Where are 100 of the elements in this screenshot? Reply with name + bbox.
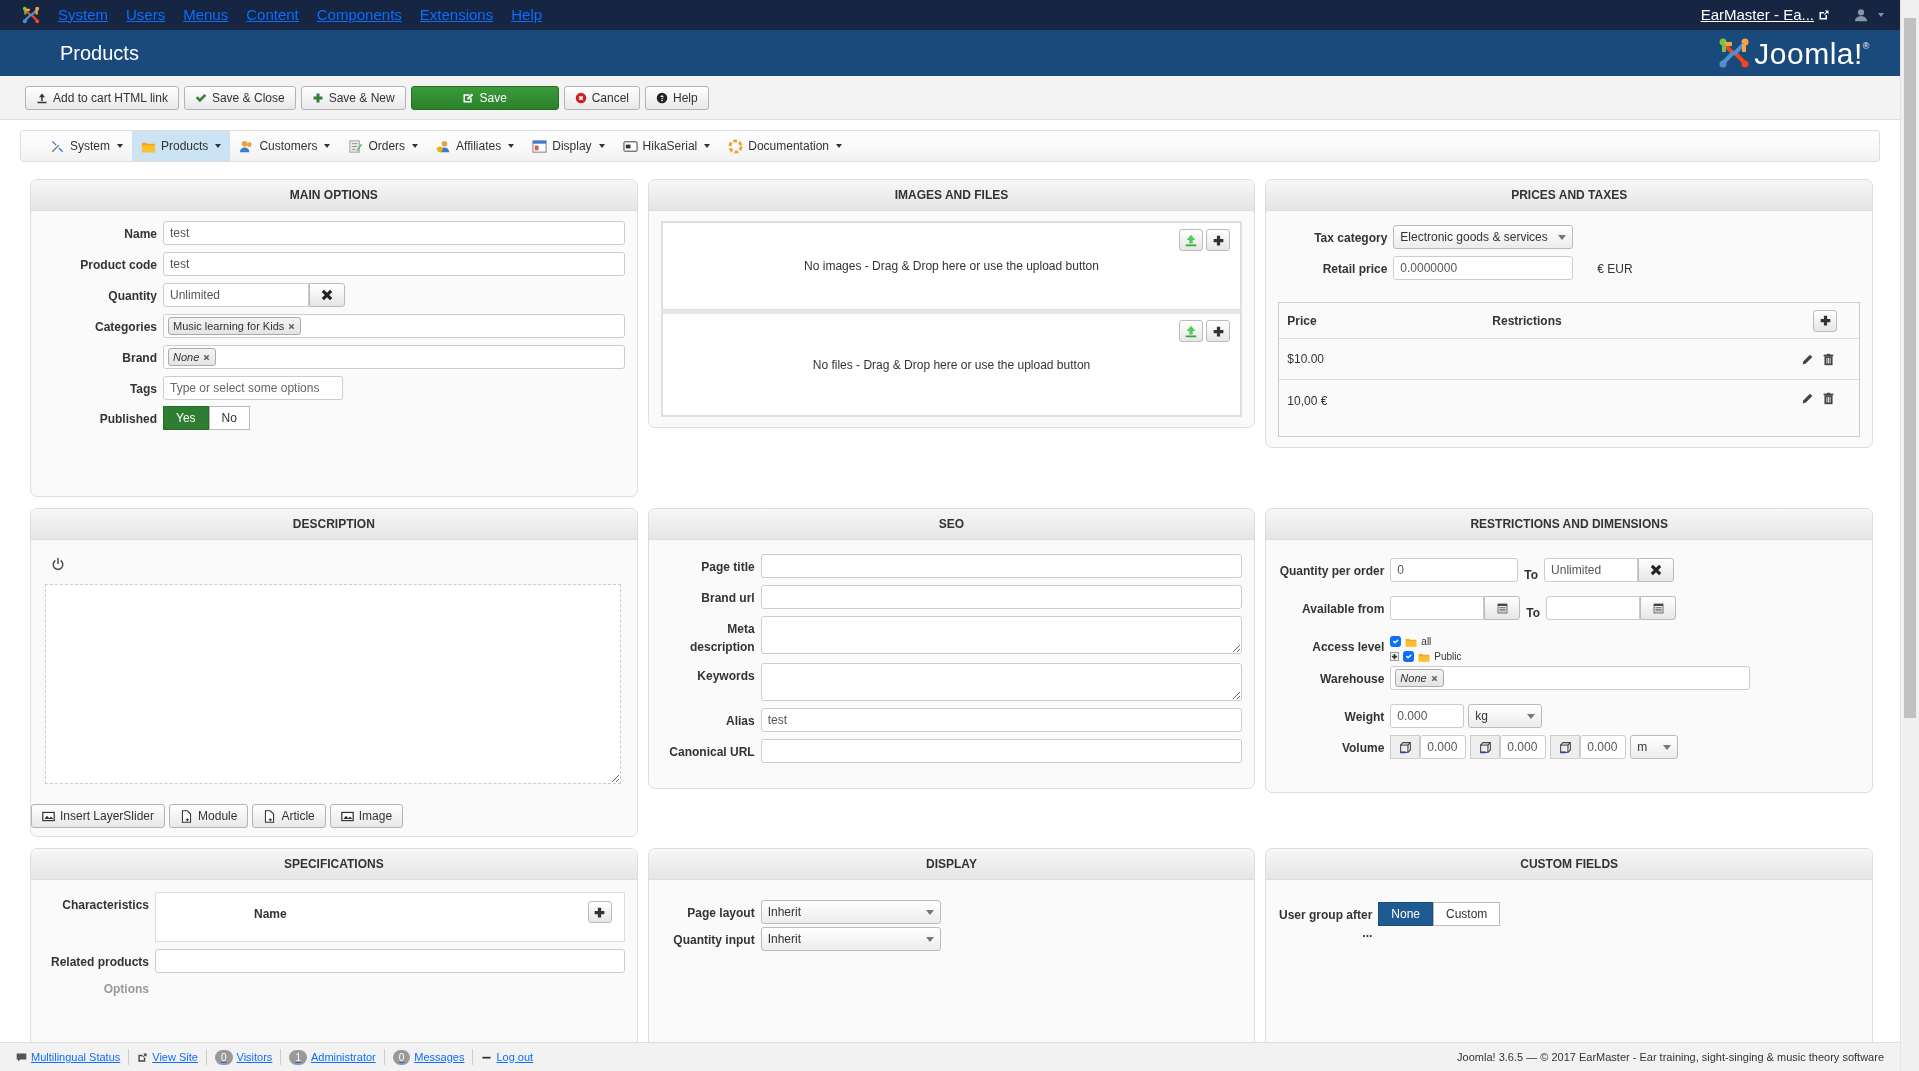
pencil-icon[interactable] — [1801, 392, 1814, 405]
drop-zone[interactable]: No files - Drag & Drop here or use the upload button — [661, 310, 1242, 416]
users-icon — [239, 138, 255, 154]
status-link[interactable]: 0 Messages — [384, 1048, 474, 1066]
toolbar-button[interactable]: Help — [645, 85, 709, 110]
text-field[interactable] — [760, 739, 1243, 763]
power-icon[interactable] — [51, 556, 65, 571]
submenu-item[interactable]: Customers — [230, 131, 340, 161]
select-field[interactable]: Inherit — [760, 927, 941, 951]
cube-icon — [1558, 740, 1572, 754]
remove-icon — [202, 352, 212, 362]
toolbar-button[interactable]: Cancel — [563, 85, 641, 110]
text-field[interactable]: 0.0000000 — [1393, 256, 1574, 280]
checkbox[interactable] — [1390, 636, 1402, 647]
unit-select[interactable]: kg — [1468, 704, 1543, 728]
site-link[interactable]: EarMaster - Ea... — [1700, 3, 1830, 27]
user-menu-button[interactable] — [1854, 8, 1884, 22]
text-field[interactable]: Type or select some options — [163, 376, 343, 400]
calendar-button[interactable] — [1484, 596, 1521, 620]
select-field[interactable]: Inherit — [760, 900, 941, 924]
status-link[interactable]: View Site — [129, 1048, 207, 1066]
field-label: To — [1523, 567, 1540, 584]
status-link[interactable]: 0 Visitors — [206, 1048, 282, 1066]
submenu-item[interactable]: Documentation — [719, 131, 851, 161]
text-field[interactable]: 0.000 — [1580, 735, 1627, 759]
text-field[interactable]: 0 — [1390, 558, 1519, 582]
tag-field[interactable]: Music learning for Kids — [163, 314, 625, 338]
unit-select[interactable]: m — [1630, 735, 1679, 759]
field-label: To — [1525, 605, 1542, 622]
clear-button[interactable] — [1638, 558, 1675, 582]
field-label: Page title — [700, 559, 756, 576]
cube-icon — [1478, 740, 1492, 754]
date-field[interactable] — [1390, 596, 1485, 620]
pencil-icon[interactable] — [1801, 352, 1814, 366]
toggle-option[interactable]: None — [1378, 902, 1433, 926]
panel-title: SEO — [648, 509, 1255, 540]
toolbar-button[interactable]: Save & Close — [183, 85, 296, 110]
text-field[interactable]: test — [760, 708, 1243, 732]
trash-icon[interactable] — [1822, 352, 1835, 366]
date-field[interactable] — [1546, 596, 1641, 620]
expand-icon[interactable] — [1390, 652, 1400, 661]
trash-icon[interactable] — [1822, 392, 1835, 405]
calendar-icon — [1651, 601, 1665, 615]
add-button[interactable] — [1206, 229, 1231, 251]
field-label: Brand url — [700, 590, 756, 607]
clear-button[interactable] — [309, 283, 345, 307]
status-link[interactable]: 1 Administrator — [281, 1048, 385, 1066]
toolbar-button[interactable]: Save & New — [300, 85, 406, 110]
drop-hint: No files - Drag & Drop here or use the upload button — [812, 356, 1091, 374]
toggle-option[interactable]: No — [208, 406, 250, 430]
submenu-item[interactable]: HikaSerial — [613, 131, 720, 161]
field-label: Page layout — [686, 905, 756, 922]
field-label: Volume — [1340, 740, 1386, 757]
toolbar-button[interactable]: Add to cart HTML link — [25, 85, 179, 110]
field-label: Name — [123, 226, 158, 243]
text-field[interactable]: Unlimited — [163, 283, 309, 307]
editor-button[interactable]: Article — [252, 804, 326, 828]
submenu-item[interactable]: Affiliates — [427, 131, 524, 161]
cancel-icon — [574, 91, 587, 104]
text-field[interactable]: Unlimited — [1544, 558, 1639, 582]
image-icon — [340, 809, 354, 823]
add-button[interactable] — [587, 901, 612, 923]
checkbox[interactable] — [1403, 651, 1415, 662]
submenu-item[interactable]: Products — [132, 131, 231, 161]
toggle-option[interactable]: Custom — [1433, 902, 1501, 926]
tag-field[interactable]: None — [163, 345, 625, 369]
status-link[interactable]: Multilingual Status — [8, 1048, 130, 1066]
field-label: Meta description — [688, 621, 756, 656]
field-label: Warehouse — [1319, 671, 1386, 688]
drop-zone[interactable]: No images - Drag & Drop here or use the upload button — [661, 222, 1242, 310]
field-label: Alias — [724, 713, 756, 730]
add-button[interactable] — [1206, 320, 1231, 342]
editor-button[interactable]: Module — [169, 804, 249, 828]
tag: Music learning for Kids — [168, 317, 302, 335]
toolbar-button[interactable]: Save — [410, 85, 559, 110]
text-field[interactable]: 0.000 — [1500, 735, 1547, 759]
tree-label: Public — [1434, 650, 1462, 664]
editor-button[interactable]: Image — [329, 804, 404, 828]
status-link[interactable]: Log out — [473, 1048, 542, 1066]
text-field[interactable] — [760, 554, 1243, 578]
text-field[interactable]: test — [163, 252, 625, 276]
upload-icon — [36, 91, 48, 104]
scrollbar[interactable] — [1900, 0, 1919, 1071]
calendar-button[interactable] — [1640, 596, 1677, 620]
panel-title: DISPLAY — [648, 849, 1255, 880]
toggle-option[interactable]: Yes — [163, 406, 209, 430]
editor-button[interactable]: Insert LayerSlider — [31, 804, 166, 828]
submenu-item[interactable]: Display — [523, 131, 614, 161]
text-field[interactable]: 0.000 — [1420, 735, 1467, 759]
submenu-item[interactable]: System — [41, 131, 132, 161]
tag-field[interactable]: None — [1390, 666, 1751, 690]
add-price-button[interactable] — [1813, 309, 1837, 332]
upload-icon — [1184, 324, 1199, 338]
tax-category-select[interactable]: Electronic goods & services — [1393, 225, 1574, 249]
text-field[interactable]: 0.000 — [1390, 704, 1465, 728]
submenu-item[interactable]: Orders — [339, 131, 428, 161]
related-products-field[interactable] — [155, 949, 625, 973]
text-field[interactable] — [760, 585, 1243, 609]
text-field[interactable]: test — [163, 221, 625, 245]
image-icon — [42, 809, 55, 823]
